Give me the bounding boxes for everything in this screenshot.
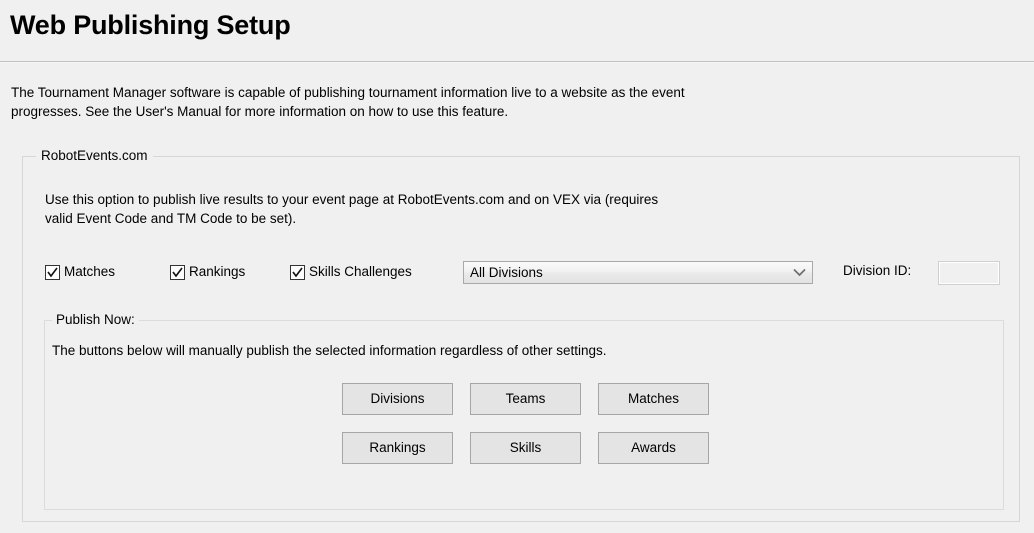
chevron-down-icon[interactable] (790, 264, 808, 282)
publish-rankings-button[interactable]: Rankings (342, 432, 453, 464)
checkmark-icon[interactable] (170, 264, 185, 280)
publish-matches-button[interactable]: Matches (598, 383, 709, 415)
publish-divisions-button[interactable]: Divisions (342, 383, 453, 415)
checkbox-rankings-label: Rankings (189, 264, 246, 279)
checkbox-matches-label: Matches (64, 264, 116, 279)
checkmark-icon[interactable] (290, 264, 305, 280)
checkbox-rankings[interactable]: Rankings (170, 262, 245, 282)
publish-teams-button[interactable]: Teams (470, 383, 581, 415)
checkmark-glyph (172, 267, 183, 277)
division-select[interactable]: All Divisions (463, 261, 813, 284)
checkbox-skills-challenges[interactable]: Skills Challenges (290, 262, 412, 282)
header-separator (0, 61, 1034, 63)
intro-description: The Tournament Manager software is capab… (11, 85, 685, 119)
division-select-value: All Divisions (470, 264, 543, 280)
page-title: Web Publishing Setup (10, 10, 291, 40)
checkbox-matches[interactable]: Matches (45, 262, 115, 282)
robotevents-description: Use this option to publish live results … (45, 192, 659, 226)
checkmark-glyph (292, 267, 303, 277)
division-id-label: Division ID: (843, 263, 912, 278)
publish-awards-button[interactable]: Awards (598, 432, 709, 464)
checkmark-glyph (47, 267, 58, 277)
checkbox-skills-challenges-label: Skills Challenges (309, 264, 412, 279)
publish-skills-button[interactable]: Skills (470, 432, 581, 464)
chevron-down-glyph (792, 268, 806, 277)
division-id-input[interactable] (938, 261, 1000, 285)
checkmark-icon[interactable] (45, 264, 60, 280)
publish-now-description: The buttons below will manually publish … (52, 343, 607, 358)
robotevents-group-label: RobotEvents.com (36, 147, 153, 165)
publish-now-group-label: Publish Now: (52, 311, 139, 329)
